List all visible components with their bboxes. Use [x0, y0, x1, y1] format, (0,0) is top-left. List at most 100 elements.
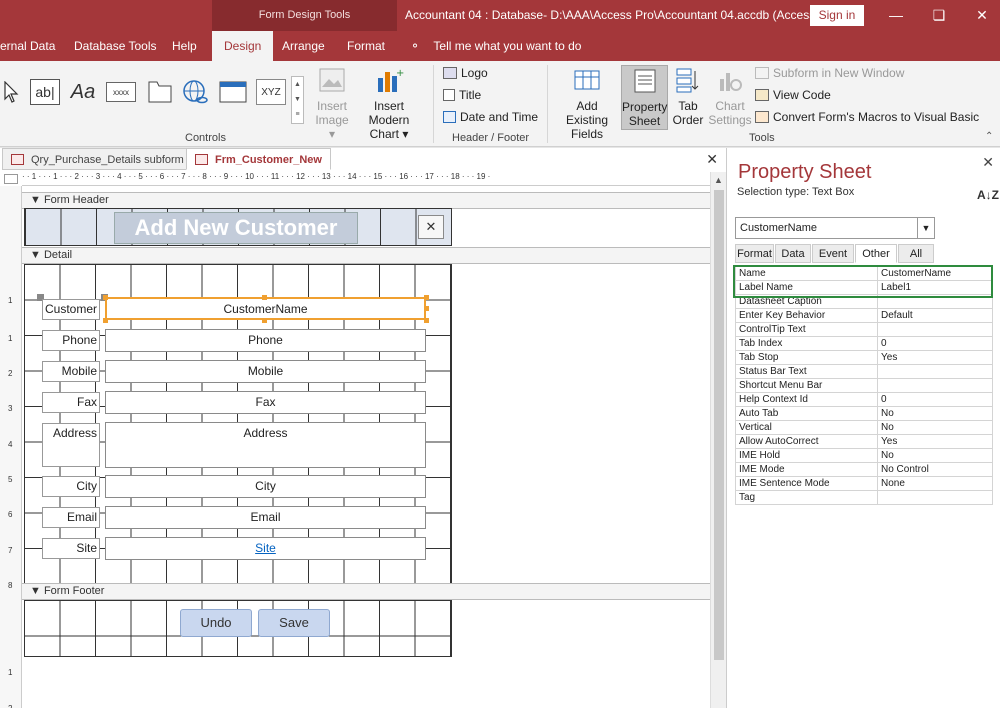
form-footer-section-bar[interactable]: ▼ Form Footer: [22, 583, 710, 600]
date-time-button[interactable]: Date and Time: [443, 110, 538, 124]
subform-new-window-button[interactable]: Subform in New Window: [755, 66, 904, 80]
mobile-textbox[interactable]: Mobile: [105, 360, 426, 383]
combo-box-control-icon[interactable]: XYZ: [256, 79, 286, 105]
site-label[interactable]: Site: [42, 538, 100, 559]
tab-control-icon[interactable]: [145, 77, 175, 107]
city-label[interactable]: City: [42, 476, 100, 497]
property-value[interactable]: [877, 490, 993, 505]
property-value[interactable]: Yes: [877, 350, 993, 365]
form-close-button[interactable]: ✕: [418, 215, 444, 239]
web-browser-control-icon[interactable]: [218, 77, 248, 107]
save-button[interactable]: Save: [258, 609, 330, 637]
phone-label[interactable]: Phone: [42, 330, 100, 351]
property-row: IME Hold No: [735, 448, 993, 463]
restore-icon[interactable]: ❏: [927, 4, 951, 26]
gallery-scroll[interactable]: ▲ ▼ ≡: [291, 76, 304, 124]
collapse-ribbon-icon[interactable]: ⌃: [985, 131, 993, 142]
tab-design[interactable]: Design: [212, 31, 274, 61]
vruler-tick: 6: [8, 510, 13, 519]
property-value[interactable]: No: [877, 406, 993, 421]
property-value[interactable]: [877, 322, 993, 337]
sign-in-button[interactable]: Sign in: [810, 5, 864, 26]
fax-textbox[interactable]: Fax: [105, 391, 426, 414]
property-row: Status Bar Text: [735, 364, 993, 379]
tab-help[interactable]: Help: [172, 31, 197, 61]
tab-other[interactable]: Other: [855, 244, 897, 263]
undo-button[interactable]: Undo: [180, 609, 252, 637]
view-code-button[interactable]: View Code: [755, 88, 831, 102]
detail-section-bar[interactable]: ▼ Detail: [22, 247, 710, 264]
property-value[interactable]: 0: [877, 392, 993, 407]
resize-handle[interactable]: [103, 318, 108, 323]
property-value[interactable]: No: [877, 448, 993, 463]
address-textbox[interactable]: Address: [105, 422, 426, 468]
property-value[interactable]: No: [877, 420, 993, 435]
label-control-icon[interactable]: Aa: [68, 77, 98, 107]
close-icon[interactable]: ✕: [970, 4, 994, 26]
chevron-down-icon[interactable]: ▼: [917, 218, 934, 238]
resize-handle[interactable]: [424, 306, 429, 311]
doc-tab-customer-new[interactable]: Frm_Customer_New: [186, 148, 331, 170]
doc-tab-purchase-subform[interactable]: Qry_Purchase_Details subform: [2, 148, 193, 170]
logo-button[interactable]: Logo: [443, 66, 488, 80]
resize-handle[interactable]: [424, 318, 429, 323]
property-value[interactable]: Yes: [877, 434, 993, 449]
textbox-control-icon[interactable]: ab|: [30, 79, 60, 105]
phone-textbox[interactable]: Phone: [105, 329, 426, 352]
convert-macros-button[interactable]: Convert Form's Macros to Visual Basic: [755, 110, 979, 124]
sort-icon[interactable]: A↓Z: [977, 188, 999, 202]
property-value[interactable]: Default: [877, 308, 993, 323]
close-pane-icon[interactable]: ✕: [982, 154, 994, 171]
group-separator: [433, 65, 434, 143]
property-value[interactable]: [877, 364, 993, 379]
add-existing-fields-button[interactable]: Add Existing Fields: [555, 65, 619, 141]
ribbon: ab| Aa xxxx XYZ ▲ ▼ ≡ Controls Insert Imag…: [0, 61, 1000, 147]
property-row: Allow AutoCorrect Yes: [735, 434, 993, 449]
fax-label[interactable]: Fax: [42, 392, 100, 413]
resize-handle[interactable]: [262, 295, 267, 300]
email-label[interactable]: Email: [42, 507, 100, 528]
customer-name-textbox[interactable]: CustomerName: [105, 297, 426, 320]
scrollbar-thumb[interactable]: [714, 190, 724, 660]
hyperlink-control-icon[interactable]: [180, 77, 210, 107]
vertical-scrollbar[interactable]: ▲: [710, 172, 726, 708]
resize-handle[interactable]: [262, 318, 267, 323]
resize-handle[interactable]: [103, 295, 108, 300]
property-value[interactable]: None: [877, 476, 993, 491]
email-textbox[interactable]: Email: [105, 506, 426, 529]
object-selector-dropdown[interactable]: CustomerName ▼: [735, 217, 935, 239]
scroll-up-icon[interactable]: ▲: [714, 175, 723, 185]
property-row: Vertical No: [735, 420, 993, 435]
property-value[interactable]: 0: [877, 336, 993, 351]
insert-modern-chart-button[interactable]: + Insert Modern Chart ▾: [352, 65, 426, 141]
tab-data[interactable]: Data: [775, 244, 811, 263]
tab-order-button[interactable]: Tab Order: [670, 65, 706, 127]
form-header-section-bar[interactable]: ▼ Form Header: [22, 192, 710, 209]
button-control-icon[interactable]: xxxx: [106, 82, 136, 102]
tab-event[interactable]: Event: [812, 244, 854, 263]
insert-image-button[interactable]: Insert Image ▾: [312, 65, 352, 141]
property-value[interactable]: [877, 378, 993, 393]
minimize-icon[interactable]: —: [884, 4, 908, 26]
form-title-label[interactable]: Add New Customer: [114, 212, 358, 244]
select-pointer-icon[interactable]: [0, 77, 22, 107]
resize-handle[interactable]: [424, 295, 429, 300]
tab-external-data[interactable]: ernal Data: [0, 31, 55, 61]
tab-format[interactable]: Format: [347, 31, 385, 61]
city-textbox[interactable]: City: [105, 475, 426, 498]
site-textbox[interactable]: Site: [105, 537, 426, 560]
tab-all[interactable]: All: [898, 244, 934, 263]
title-button[interactable]: Title: [443, 88, 481, 102]
tab-format[interactable]: Format: [735, 244, 774, 263]
tab-arrange[interactable]: Arrange: [282, 31, 325, 61]
tab-database-tools[interactable]: Database Tools: [74, 31, 157, 61]
mobile-label[interactable]: Mobile: [42, 361, 100, 382]
tell-me-search[interactable]: ⚬ Tell me what you want to do: [410, 31, 581, 61]
property-sheet-button[interactable]: Property Sheet: [621, 65, 668, 130]
close-document-icon[interactable]: ✕: [706, 151, 718, 168]
customer-label[interactable]: Customer: [42, 299, 100, 320]
address-label[interactable]: Address: [42, 423, 100, 467]
vruler-tick: 7: [8, 546, 13, 555]
chart-settings-button[interactable]: Chart Settings: [708, 65, 752, 127]
property-value[interactable]: No Control: [877, 462, 993, 477]
